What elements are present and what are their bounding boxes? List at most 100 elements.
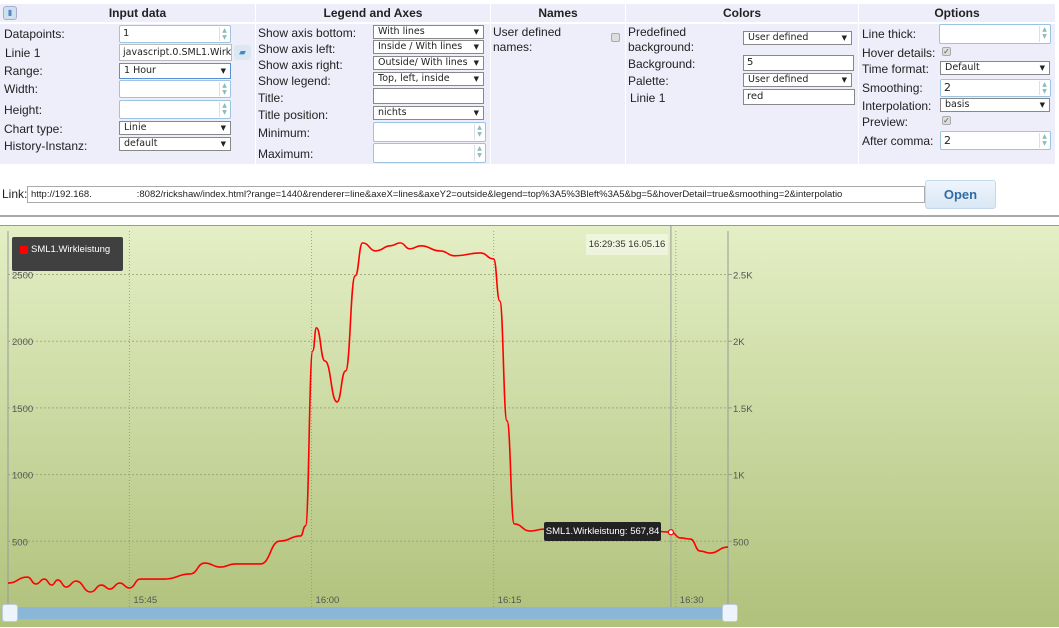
- folder-button[interactable]: ▰: [234, 45, 251, 60]
- axis-bottom-select[interactable]: With lines ▼: [373, 25, 484, 39]
- palette-label: Palette:: [628, 74, 669, 88]
- spinner[interactable]: ▲ ▼: [219, 102, 229, 117]
- axis-left-value: Inside / With lines: [378, 41, 463, 52]
- chevron-down-icon: ▼: [841, 76, 847, 84]
- palette-value: User defined: [748, 74, 809, 85]
- axis-left-label: Show axis left:: [258, 42, 336, 56]
- legend-entry[interactable]: SML1.Wirkleistung: [31, 244, 110, 256]
- chart-legend: SML1.Wirkleistung: [12, 237, 123, 271]
- y-left-tick-label: 2000: [12, 337, 33, 348]
- smoothing-input[interactable]: 2 ▲ ▼: [940, 79, 1051, 97]
- after-comma-label: After comma:: [862, 134, 934, 148]
- line1-label: Linie 1: [5, 46, 41, 60]
- trash-button[interactable]: ▮: [3, 6, 17, 20]
- chevron-down-icon: ▼: [473, 28, 479, 36]
- smoothing-value: 2: [944, 81, 951, 94]
- line1-color-label: Linie 1: [630, 91, 666, 105]
- axis-right-select[interactable]: Outside/ With lines ▼: [373, 56, 484, 70]
- palette-select[interactable]: User defined ▼: [743, 73, 852, 87]
- interpolation-value: basis: [945, 99, 970, 110]
- history-value: default: [124, 138, 158, 149]
- smoothing-label: Smoothing:: [862, 81, 923, 95]
- header-divider: [0, 22, 1055, 24]
- divider: [0, 215, 1059, 217]
- options-title: Options: [859, 5, 1055, 22]
- spinner[interactable]: ▲ ▼: [1039, 26, 1049, 42]
- width-label: Width:: [4, 82, 39, 96]
- chevron-down-icon: ▼: [473, 59, 479, 67]
- hover-details-checkbox[interactable]: ✓: [942, 47, 951, 56]
- line-thick-input[interactable]: ▲ ▼: [939, 24, 1051, 44]
- title-input[interactable]: [373, 88, 484, 104]
- axis-right-value: Outside/ With lines: [378, 57, 468, 68]
- y-right-tick-label: 2K: [733, 337, 745, 348]
- axis-right-label: Show axis right:: [258, 58, 343, 72]
- hover-dot: [667, 529, 675, 536]
- spinner[interactable]: ▲ ▼: [219, 27, 229, 41]
- predefined-background-label-2: background:: [628, 40, 695, 54]
- after-comma-value: 2: [944, 134, 951, 147]
- chevron-down-icon: ▼: [1039, 64, 1045, 72]
- open-button[interactable]: Open: [925, 180, 996, 209]
- link-input[interactable]: http://192.168.:8082/rickshaw/index.html…: [27, 186, 925, 203]
- spinner[interactable]: ▲ ▼: [1039, 81, 1049, 95]
- range-slider-right-handle[interactable]: [722, 604, 738, 622]
- x-tick-label: 16:15: [498, 595, 522, 606]
- chart-type-value: Linie: [124, 122, 147, 133]
- y-left-tick-label: 2500: [12, 271, 33, 282]
- title-position-value: nichts: [378, 107, 407, 118]
- datapoints-value: 1: [123, 28, 130, 39]
- title-position-label: Title position:: [258, 108, 329, 122]
- width-input[interactable]: ▲ ▼: [119, 80, 231, 98]
- predefined-background-select[interactable]: User defined ▼: [743, 31, 852, 45]
- chart-type-select[interactable]: Linie ▼: [119, 121, 231, 135]
- preview-checkbox[interactable]: ✓: [942, 116, 951, 125]
- chart-type-label: Chart type:: [4, 122, 63, 136]
- folder-icon: ▰: [239, 47, 246, 57]
- chevron-down-icon: ▼: [220, 67, 226, 75]
- preview-label: Preview:: [862, 115, 909, 129]
- spinner[interactable]: ▲ ▼: [219, 82, 229, 96]
- spinner[interactable]: ▲ ▼: [1039, 133, 1049, 148]
- range-slider-track[interactable]: [2, 607, 738, 619]
- y-right-tick-label: 1.5K: [733, 404, 753, 415]
- hover-time-label: 16:29:35 16.05.16: [586, 234, 668, 255]
- line1-input[interactable]: javascript.0.SML1.Wirkl: [119, 44, 232, 61]
- user-defined-names-checkbox[interactable]: [611, 33, 620, 42]
- datapoints-label: Datapoints:: [4, 27, 65, 41]
- time-format-select[interactable]: Default ▼: [940, 61, 1050, 75]
- line1-color-input[interactable]: red: [743, 89, 855, 105]
- x-tick-label: 16:00: [316, 595, 340, 606]
- minimum-input[interactable]: ▲ ▼: [373, 122, 486, 142]
- background-input[interactable]: 5: [743, 55, 854, 71]
- legend-swatch[interactable]: [20, 246, 28, 254]
- maximum-input[interactable]: ▲ ▼: [373, 143, 486, 163]
- after-comma-input[interactable]: 2 ▲ ▼: [940, 131, 1051, 150]
- height-input[interactable]: ▲ ▼: [119, 100, 231, 119]
- colors-title: Colors: [626, 5, 858, 22]
- link-label: Link:: [2, 187, 28, 201]
- interpolation-select[interactable]: basis ▼: [940, 98, 1050, 112]
- y-right-tick-label: 1K: [733, 471, 745, 482]
- title-label: Title:: [258, 91, 284, 105]
- time-format-value: Default: [945, 62, 980, 73]
- range-select[interactable]: 1 Hour ▼: [119, 63, 231, 79]
- hover-details-label: Hover details:: [862, 46, 936, 60]
- user-defined-names-label-2: names:: [493, 40, 533, 54]
- axis-left-select[interactable]: Inside / With lines ▼: [373, 40, 484, 54]
- title-position-select[interactable]: nichts ▼: [373, 106, 484, 120]
- history-select[interactable]: default ▼: [119, 137, 231, 151]
- spinner[interactable]: ▲ ▼: [474, 124, 484, 140]
- spinner[interactable]: ▲ ▼: [474, 145, 484, 161]
- predefined-background-label: Predefined: [628, 25, 687, 39]
- chevron-down-icon: ▼: [473, 109, 479, 117]
- y-right-tick-label: 2.5K: [733, 271, 753, 282]
- chevron-down-icon: ▼: [841, 34, 847, 42]
- chevron-down-icon: ▼: [1039, 101, 1045, 109]
- chevron-down-icon: ▼: [220, 140, 226, 148]
- chevron-down-icon: ▼: [473, 75, 479, 83]
- datapoints-input[interactable]: 1 ▲ ▼: [119, 25, 231, 43]
- chevron-down-icon: ▼: [473, 43, 479, 51]
- range-slider-left-handle[interactable]: [2, 604, 18, 622]
- show-legend-select[interactable]: Top, left, inside ▼: [373, 72, 484, 86]
